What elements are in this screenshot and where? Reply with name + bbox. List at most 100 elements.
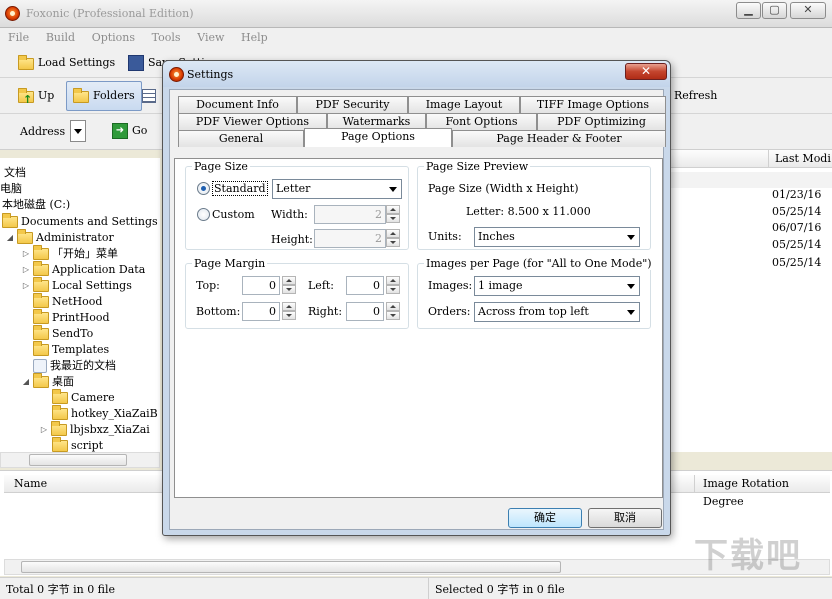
scrollbar-thumb[interactable] [29,454,127,466]
tree-item-label: Application Data [52,263,146,276]
tab-page-options[interactable]: Page Options [304,128,452,147]
tree-item[interactable]: Camere [52,389,115,406]
ok-button[interactable]: 确定 [508,508,582,528]
tree-item[interactable]: ◢ Administrator [6,229,114,246]
width-input[interactable]: 2 [314,205,386,224]
expand-icon[interactable]: ▷ [40,422,48,438]
stepper-down-icon[interactable] [386,311,400,320]
tree-item[interactable]: ▷ Application Data [22,261,146,278]
tree-item[interactable]: 文档 [4,165,26,181]
menu-view[interactable]: View [197,31,224,44]
menu-help[interactable]: Help [241,31,268,44]
units-select[interactable]: Inches [474,227,640,247]
tree-item[interactable]: ▷ 「开始」菜单 [22,245,118,262]
right-margin-input[interactable]: 0 [346,302,384,321]
expand-icon[interactable]: ◢ [6,230,14,246]
stepper-down-icon[interactable] [386,285,400,294]
tree-item[interactable]: ▷ Local Settings [22,277,132,294]
tree-item[interactable]: SendTo [33,325,93,342]
view-mode-icon[interactable] [142,89,156,103]
folder-tree: 文档 电脑 本地磁盘 (C:) Documents and Settings ◢… [0,158,160,452]
stepper-down-icon[interactable] [386,238,400,247]
folders-button[interactable]: Folders [66,81,142,111]
height-input[interactable]: 2 [314,229,386,248]
menu-build[interactable]: Build [46,31,75,44]
scrollbar-thumb[interactable] [21,561,561,573]
expand-icon[interactable]: ◢ [22,374,30,390]
tree-item[interactable]: hotkey_XiaZaiB [52,405,158,422]
stepper-up-icon[interactable] [282,276,296,285]
address-dropdown[interactable] [70,120,86,142]
dialog-close-button[interactable]: ✕ [625,63,667,80]
height-stepper[interactable] [386,229,400,248]
tab-general[interactable]: General [178,130,304,147]
bottom-margin-input[interactable]: 0 [242,302,280,321]
tree-item[interactable]: script [52,437,103,452]
width-stepper[interactable] [386,205,400,224]
tab-image-layout[interactable]: Image Layout [408,96,520,113]
stepper-down-icon[interactable] [282,285,296,294]
menu-file[interactable]: File [8,31,29,44]
recent-documents-icon [33,359,47,373]
custom-radio[interactable] [197,208,210,221]
tree-item[interactable]: ▷ lbjsbxz_XiaZai [40,421,150,438]
go-arrow-icon: ➜ [112,123,128,139]
images-select[interactable]: 1 image [474,276,640,296]
stepper-down-icon[interactable] [282,311,296,320]
refresh-label: Refresh [674,89,718,102]
column-name[interactable]: Name [14,475,47,493]
load-settings-button[interactable]: Load Settings [12,50,121,76]
top-margin-stepper[interactable] [282,276,296,295]
tree-item-label: Local Settings [52,279,132,292]
stepper-up-icon[interactable] [386,229,400,238]
up-button[interactable]: ↑ Up [12,83,60,109]
cancel-button[interactable]: 取消 [588,508,662,528]
folder-icon [52,389,68,404]
page-margin-group: Page Margin Top: 0 Left: 0 Bottom: 0 Rig… [185,257,409,329]
stepper-up-icon[interactable] [386,276,400,285]
folder-icon [33,309,49,324]
tab-tiff-image-options[interactable]: TIFF Image Options [520,96,666,113]
tree-item[interactable]: Templates [33,341,109,358]
go-button[interactable]: ➜ Go [106,118,153,144]
standard-radio[interactable] [197,182,210,195]
expand-icon[interactable]: ▷ [22,262,30,278]
tab-document-info[interactable]: Document Info [178,96,297,113]
column-last-modified[interactable]: Last Modi [768,150,831,168]
stepper-up-icon[interactable] [282,302,296,311]
chevron-down-icon [627,310,635,315]
tree-item[interactable]: 我最近的文档 [33,358,116,374]
tree-item[interactable]: 电脑 [0,181,22,197]
tree-item[interactable]: Documents and Settings [2,213,158,230]
standard-size-select[interactable]: Letter [272,179,402,199]
bottom-margin-label: Bottom: [196,305,241,318]
tab-pdf-security[interactable]: PDF Security [297,96,408,113]
tree-item[interactable]: NetHood [33,293,102,310]
tree-item[interactable]: ◢ 桌面 [22,373,74,390]
menu-options[interactable]: Options [92,31,135,44]
stepper-down-icon[interactable] [386,214,400,223]
minimize-button[interactable]: ▁ [736,2,761,19]
page-margin-title: Page Margin [192,257,268,270]
stepper-up-icon[interactable] [386,205,400,214]
tree-item[interactable]: 本地磁盘 (C:) [2,197,70,213]
bottom-margin-stepper[interactable] [282,302,296,321]
right-margin-stepper[interactable] [386,302,400,321]
date-cell: 05/25/14 [772,256,822,269]
tab-page-header-footer[interactable]: Page Header & Footer [452,130,666,147]
orders-select[interactable]: Across from top left [474,302,640,322]
refresh-button[interactable]: Refresh [668,83,723,109]
expand-icon[interactable]: ▷ [22,278,30,294]
close-button[interactable]: ✕ [790,2,826,19]
column-image-rotation[interactable]: Image Rotation Degree [694,475,830,508]
tab-pdf-optimizing[interactable]: PDF Optimizing [537,113,666,130]
tree-item[interactable]: PrintHood [33,309,110,326]
top-margin-input[interactable]: 0 [242,276,280,295]
stepper-up-icon[interactable] [386,302,400,311]
left-margin-stepper[interactable] [386,276,400,295]
left-margin-input[interactable]: 0 [346,276,384,295]
menu-tools[interactable]: Tools [152,31,181,44]
tree-horizontal-scrollbar[interactable] [0,452,160,468]
maximize-button[interactable]: ▢ [762,2,787,19]
expand-icon[interactable]: ▷ [22,246,30,262]
